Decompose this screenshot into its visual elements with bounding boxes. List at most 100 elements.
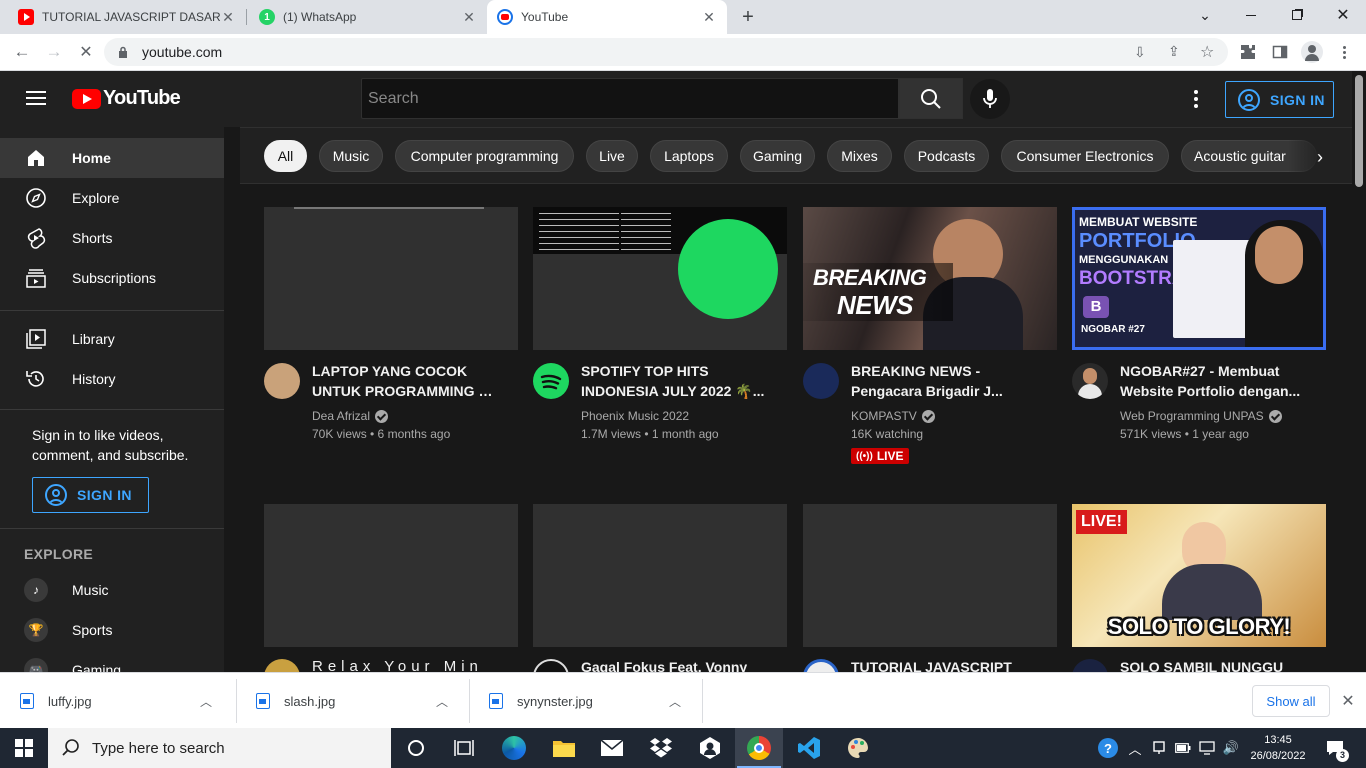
chrome-icon[interactable] [735, 728, 783, 768]
video-title[interactable]: TUTORIAL JAVASCRIPT [851, 657, 1041, 672]
video-title[interactable]: NGOBAR#27 - Membuat Website Portfolio de… [1120, 361, 1310, 401]
network-adapter-icon[interactable] [1148, 728, 1170, 768]
cortana-icon[interactable] [392, 728, 440, 768]
volume-icon[interactable]: 🔊 [1220, 728, 1242, 768]
video-thumbnail[interactable]: LIVE! SOLO TO GLORY! [1072, 504, 1326, 647]
mail-icon[interactable] [588, 728, 636, 768]
profile-avatar-icon[interactable] [1298, 38, 1326, 66]
close-tab-icon[interactable]: ✕ [701, 9, 717, 25]
app-hexagon-icon[interactable] [686, 728, 734, 768]
help-icon[interactable]: ? [1096, 728, 1120, 768]
share-icon[interactable]: ⇪ [1168, 43, 1180, 60]
video-title[interactable]: SOLO SAMBIL NUNGGU [1120, 657, 1310, 672]
install-app-icon[interactable]: ⇩ [1134, 44, 1146, 61]
sidebar-signin-button[interactable]: SIGN IN [32, 477, 149, 513]
new-tab-button[interactable]: + [736, 5, 760, 29]
video-thumbnail[interactable] [533, 207, 787, 350]
taskbar-search-box[interactable]: Type here to search [48, 728, 391, 768]
video-title[interactable]: LAPTOP YANG COCOK UNTUK PROGRAMMING DI..… [312, 361, 502, 401]
chip-computer-programming[interactable]: Computer programming [395, 140, 574, 172]
extensions-puzzle-icon[interactable] [1234, 38, 1262, 66]
channel-avatar[interactable] [1072, 363, 1108, 399]
video-thumbnail[interactable] [264, 207, 518, 350]
chip-all[interactable]: All [264, 140, 307, 172]
vscode-icon[interactable] [785, 728, 833, 768]
video-title[interactable]: BREAKING NEWS - Pengacara Brigadir J... [851, 361, 1041, 401]
video-title[interactable]: Relax Your Min [312, 657, 502, 672]
file-explorer-icon[interactable] [540, 728, 588, 768]
channel-avatar[interactable] [533, 363, 569, 399]
dropbox-icon[interactable] [637, 728, 685, 768]
channel-avatar[interactable] [803, 659, 839, 672]
channel-name[interactable]: Web Programming UNPAS [1120, 409, 1282, 423]
video-title[interactable]: SPOTIFY TOP HITS INDONESIA JULY 2022 🌴..… [581, 361, 771, 401]
channel-avatar[interactable] [264, 659, 300, 672]
tab-youtube[interactable]: YouTube ✕ [487, 0, 727, 34]
video-thumbnail[interactable]: MEMBUAT WEBSITE PORTFOLIO MENGGUNAKAN BO… [1072, 207, 1326, 350]
sidebar-item-history[interactable]: History [0, 359, 224, 399]
channel-avatar[interactable] [533, 659, 569, 672]
hamburger-menu-icon[interactable] [24, 87, 48, 111]
video-thumbnail[interactable]: BREAKING NEWS [803, 207, 1057, 350]
tab-whatsapp[interactable]: 1 (1) WhatsApp ✕ [249, 0, 487, 34]
video-thumbnail[interactable] [803, 504, 1057, 647]
sidebar-item-gaming[interactable]: 🎮 Gaming [0, 650, 224, 672]
download-item[interactable]: synynster.jpg ︿ [469, 673, 701, 729]
chip-laptops[interactable]: Laptops [650, 140, 728, 172]
stop-loading-icon[interactable]: ✕ [72, 38, 100, 66]
close-window-button[interactable]: ✕ [1320, 0, 1366, 30]
voice-search-button[interactable] [970, 79, 1010, 119]
close-icon[interactable]: ✕ [1338, 689, 1358, 713]
taskbar-clock[interactable]: 13:45 26/08/2022 [1244, 732, 1312, 764]
chevron-up-icon[interactable]: ︿ [194, 693, 218, 710]
chip-mixes[interactable]: Mixes [827, 140, 892, 172]
channel-avatar[interactable] [1072, 659, 1108, 672]
windows-start-icon[interactable] [0, 728, 48, 768]
side-panel-icon[interactable] [1266, 38, 1294, 66]
close-tab-icon[interactable]: ✕ [461, 9, 477, 25]
video-title[interactable]: Gagal Fokus Feat. Vonny [581, 657, 771, 672]
video-thumbnail[interactable] [264, 504, 518, 647]
show-all-downloads-button[interactable]: Show all [1252, 685, 1330, 717]
sidebar-item-library[interactable]: Library [0, 319, 224, 359]
signin-button[interactable]: SIGN IN [1225, 81, 1334, 118]
channel-name[interactable]: KOMPASTV [851, 409, 935, 423]
download-item[interactable]: luffy.jpg ︿ [0, 673, 232, 729]
chevron-up-icon[interactable]: ︿ [663, 693, 687, 710]
forward-arrow-icon[interactable]: → [40, 38, 68, 66]
scrollbar-thumb[interactable] [1355, 75, 1363, 187]
sidebar-item-subscriptions[interactable]: Subscriptions [0, 258, 224, 298]
minimize-button[interactable] [1228, 0, 1274, 30]
chrome-menu-icon[interactable] [1330, 38, 1358, 66]
sidebar-item-sports[interactable]: 🏆 Sports [0, 610, 224, 650]
download-item[interactable]: slash.jpg ︿ [236, 673, 468, 729]
chevron-up-icon[interactable]: ︿ [430, 693, 454, 710]
close-tab-icon[interactable]: ✕ [220, 9, 236, 25]
page-scrollbar[interactable] [1352, 71, 1366, 672]
edge-browser-icon[interactable] [490, 728, 538, 768]
search-input[interactable] [362, 79, 898, 118]
channel-avatar[interactable] [264, 363, 300, 399]
battery-icon[interactable] [1172, 728, 1194, 768]
search-button[interactable] [899, 78, 963, 119]
channel-avatar[interactable] [803, 363, 839, 399]
chip-podcasts[interactable]: Podcasts [904, 140, 989, 172]
address-bar[interactable]: youtube.com ⇩ ⇪ ☆ [104, 38, 1228, 66]
notifications-icon[interactable]: 3 [1320, 728, 1350, 768]
channel-name[interactable]: Dea Afrizal [312, 409, 389, 423]
chip-music[interactable]: Music [319, 140, 383, 172]
chevron-up-icon[interactable]: ︿ [1124, 728, 1146, 768]
chip-gaming[interactable]: Gaming [740, 140, 815, 172]
sidebar-item-music[interactable]: ♪ Music [0, 570, 224, 610]
sidebar-item-home[interactable]: Home [0, 138, 224, 178]
chip-live[interactable]: Live [586, 140, 638, 172]
youtube-logo[interactable]: YouTube [72, 87, 181, 110]
task-view-icon[interactable] [440, 728, 488, 768]
tab-tutorial-javascript[interactable]: TUTORIAL JAVASCRIPT DASAR BA ✕ [8, 0, 246, 34]
sidebar-item-shorts[interactable]: Shorts [0, 218, 224, 258]
back-arrow-icon[interactable]: ← [8, 38, 36, 66]
paint-palette-icon[interactable] [834, 728, 882, 768]
tab-search-chevron-icon[interactable]: ⌄ [1182, 0, 1228, 30]
chevron-right-icon[interactable]: › [1308, 145, 1332, 169]
wifi-monitor-icon[interactable] [1196, 728, 1218, 768]
